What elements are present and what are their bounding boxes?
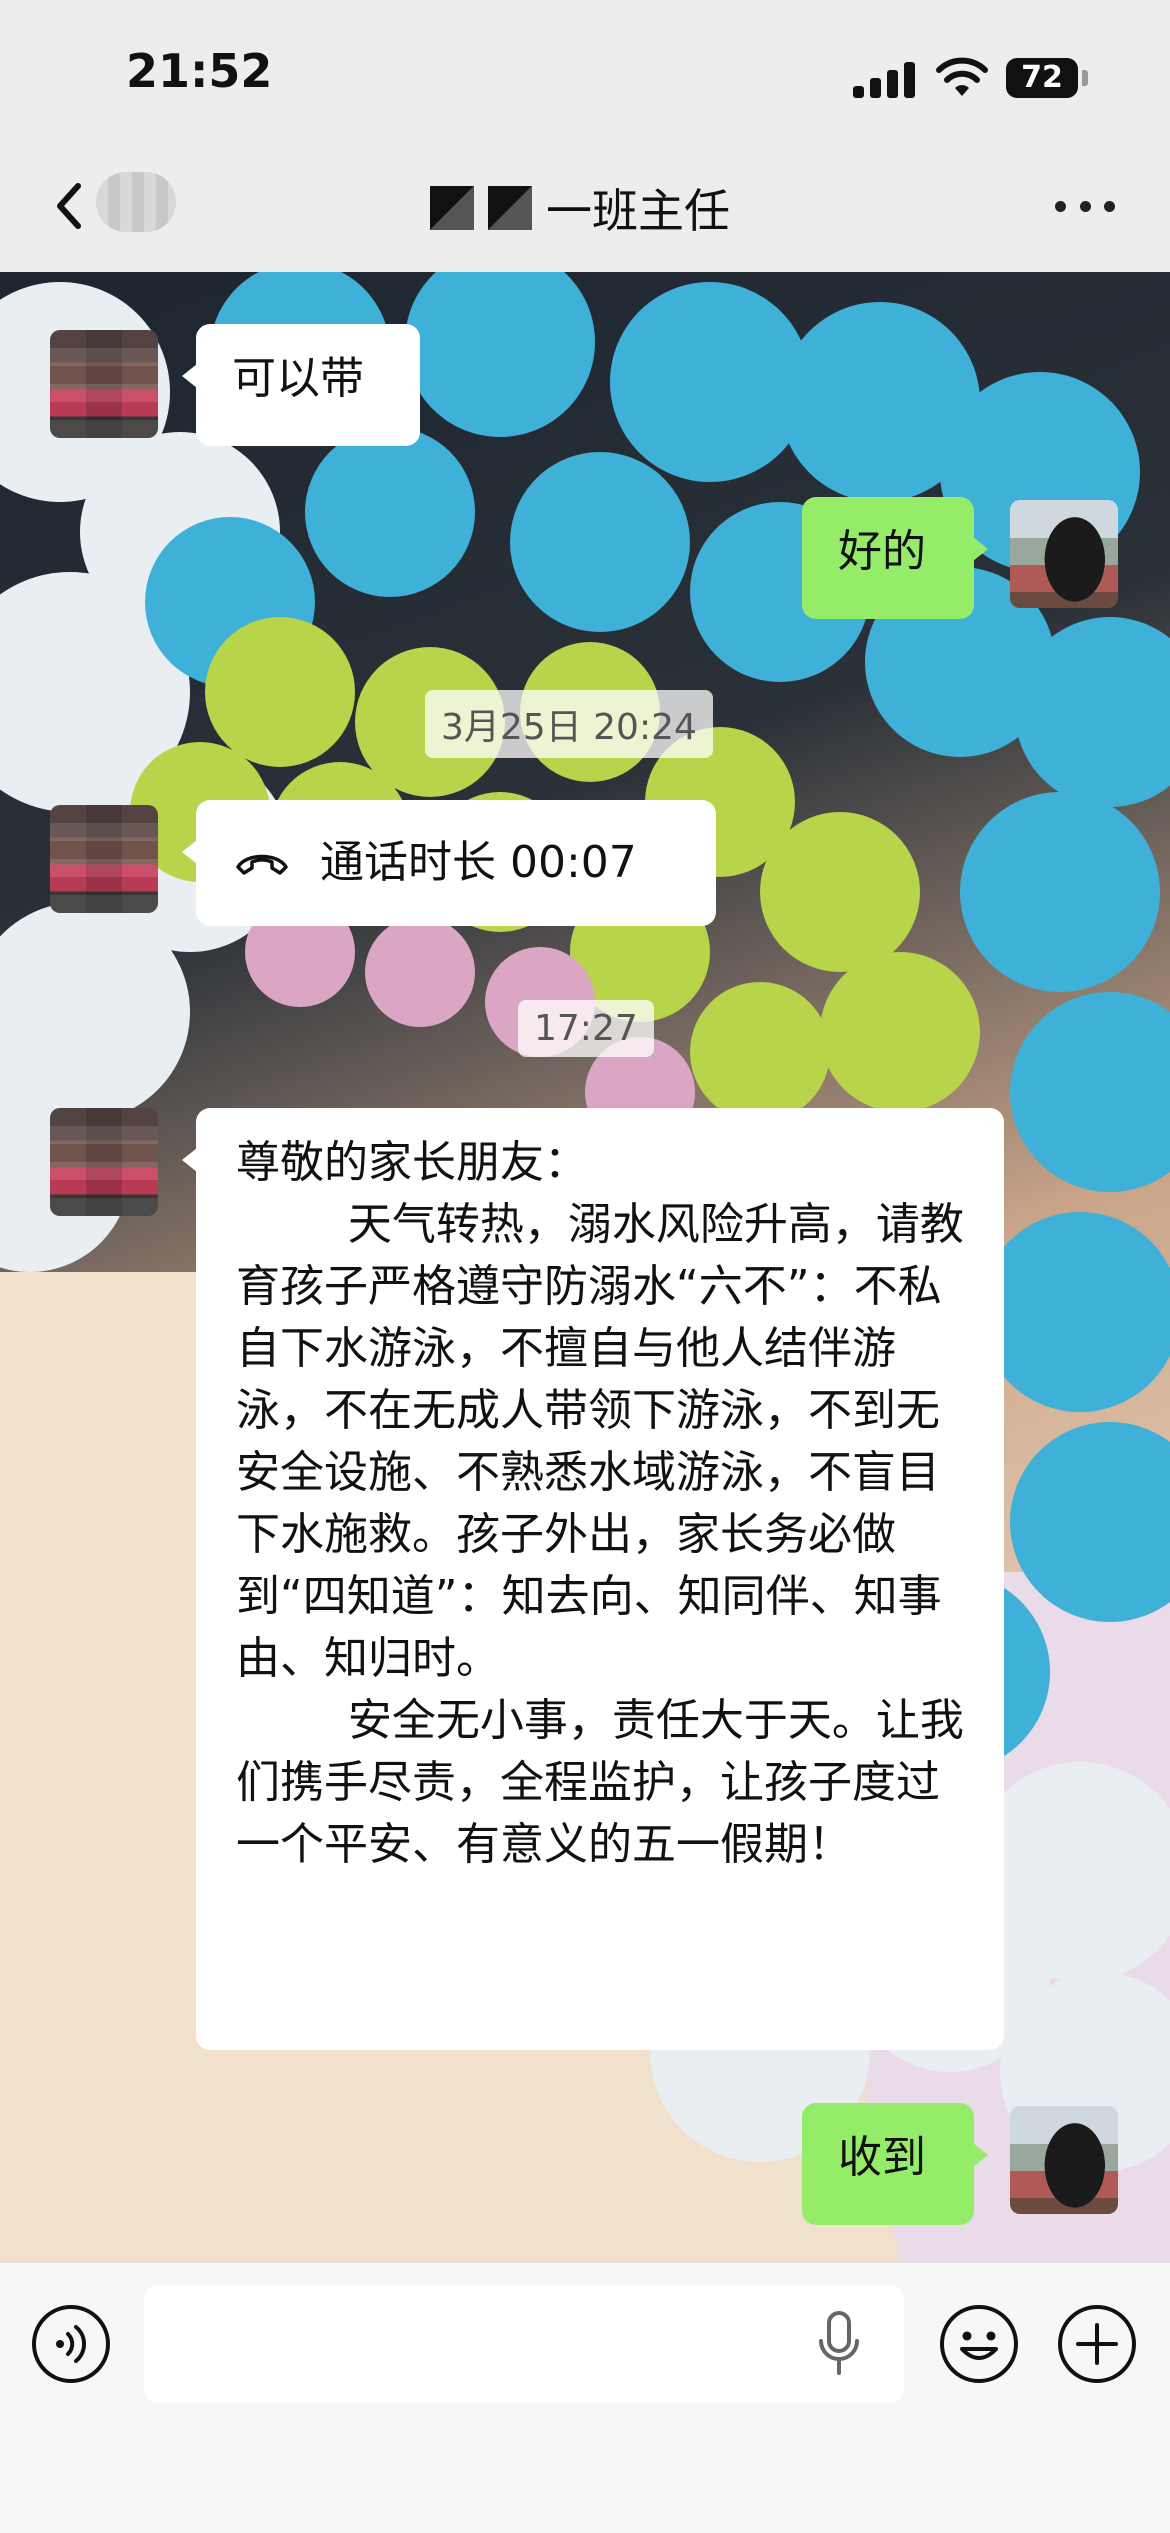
chat-title-text: 一班主任 [546,184,730,238]
chevron-left-icon[interactable] [46,176,96,236]
voice-mode-icon[interactable] [30,2303,112,2385]
contact-avatar[interactable] [50,330,158,438]
battery-level: 72 [1006,58,1078,98]
contact-avatar[interactable] [50,805,158,913]
status-bar: 21:52 72 [0,0,1170,150]
chat-title: 一班主任 [430,180,730,238]
message-timestamp: 17:27 [518,1000,654,1057]
message-text: 收到 [838,2132,926,2183]
emoji-icon[interactable] [938,2303,1020,2385]
message-input-bar [0,2262,1170,2533]
message-bubble-sent[interactable]: 收到 [802,2103,988,2225]
status-time: 21:52 [126,44,273,98]
contact-avatar[interactable] [50,1108,158,1216]
battery-cap [1082,70,1088,86]
message-text: 可以带 [232,353,364,404]
wifi-icon [936,57,988,96]
plus-icon[interactable] [1056,2303,1138,2385]
redacted-name-block [430,186,474,230]
call-record-bubble[interactable]: 通话时长 00:07 [182,800,716,926]
user-avatar[interactable] [1010,500,1118,608]
phone-hangup-icon [236,854,288,875]
redacted-name-block [488,186,532,230]
notice-message-bubble[interactable]: 尊敬的家长朋友： 天气转热，溺水风险升高，请教育孩子严格遵守防溺水“六不”：不私… [182,1108,1004,2050]
microphone-icon[interactable] [816,2309,862,2379]
message-text: 好的 [838,526,926,577]
more-dots-icon[interactable] [1055,196,1115,216]
call-duration-text: 通话时长 00:07 [320,837,637,888]
message-timestamp: 3月25日 20:24 [425,690,713,758]
message-bubble-received[interactable]: 可以带 [182,324,420,446]
unread-count-badge[interactable] [96,172,176,232]
chat-header: 一班主任 [0,150,1170,272]
user-avatar[interactable] [1010,2106,1118,2214]
message-bubble-sent[interactable]: 好的 [802,497,988,619]
notice-message-text: 尊敬的家长朋友： 天气转热，溺水风险升高，请教育孩子严格遵守防溺水“六不”：不私… [236,1137,964,1870]
message-input[interactable] [144,2285,904,2403]
cellular-signal-icon [853,62,917,98]
